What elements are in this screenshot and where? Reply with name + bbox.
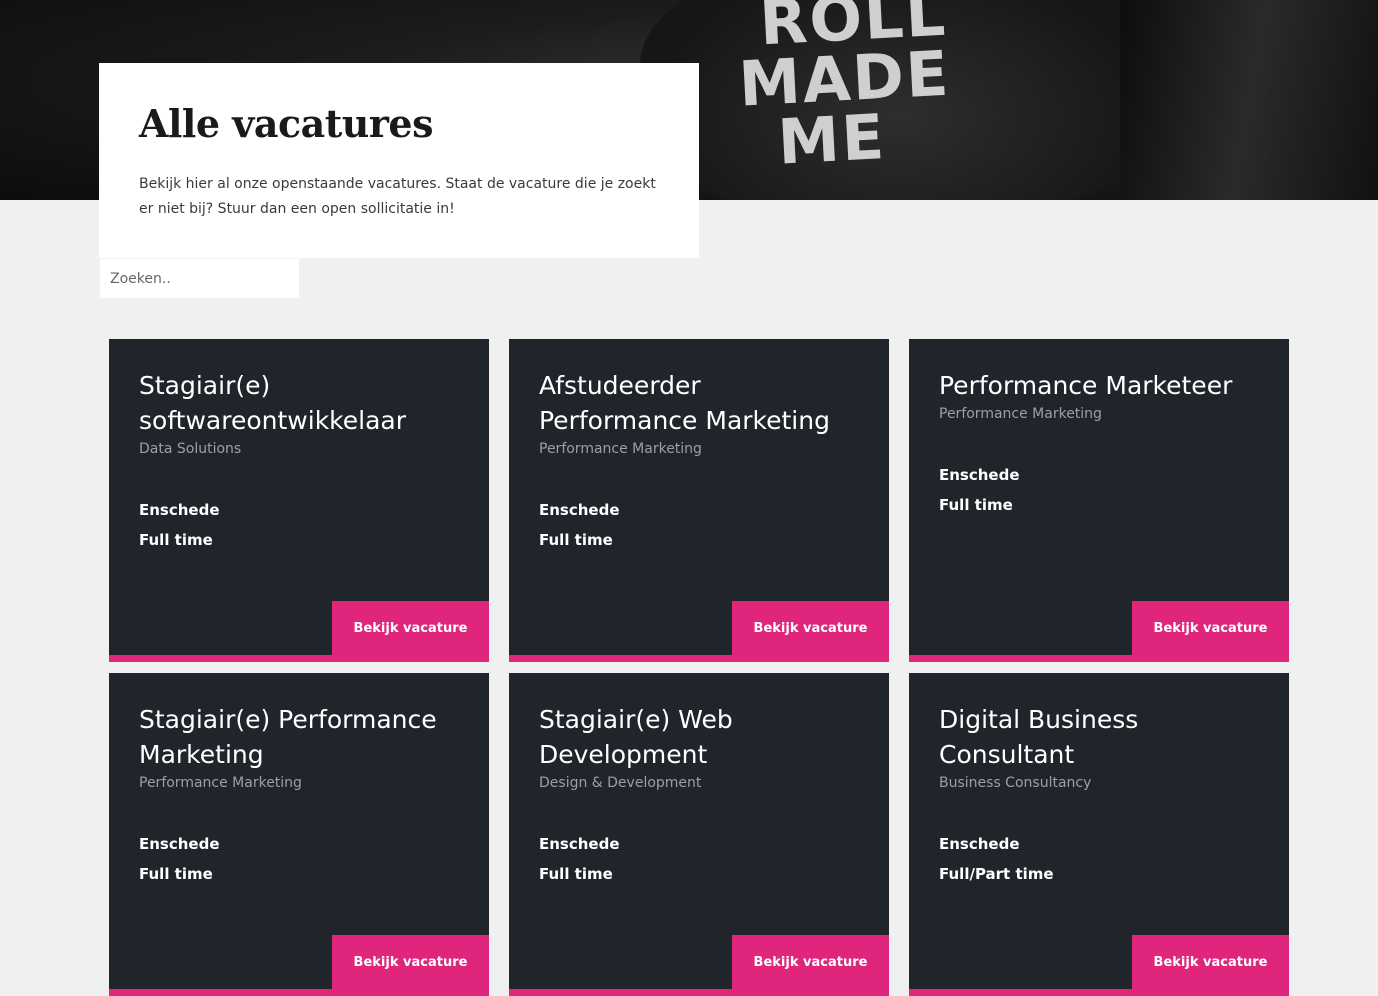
accent-bar — [909, 655, 1289, 662]
vacancy-location: Enschede — [139, 835, 220, 853]
vacancy-title: Stagiair(e) Performance Marketing — [139, 705, 437, 769]
vacancy-title: Afstudeerder Performance Marketing — [539, 371, 830, 435]
vacancy-grid: Stagiair(e) softwareontwikkelaar Data So… — [109, 339, 1289, 996]
vacancy-title: Performance Marketeer — [939, 371, 1233, 400]
vacancy-card: Afstudeerder Performance Marketing Perfo… — [509, 339, 889, 662]
accent-bar — [109, 989, 489, 996]
page-description: Bekijk hier al onze openstaande vacature… — [139, 176, 656, 217]
vacancy-location: Enschede — [539, 835, 620, 853]
hero-shirt-print: ROLL MADE ME — [736, 0, 952, 179]
vacancy-type: Full time — [939, 496, 1013, 514]
vacancy-card: Stagiair(e) softwareontwikkelaar Data So… — [109, 339, 489, 662]
vacancy-card: Performance Marketeer Performance Market… — [909, 339, 1289, 662]
intro-card: Alle vacatures Bekijk hier al onze opens… — [99, 63, 699, 258]
vacancy-card: Stagiair(e) Performance Marketing Perfor… — [109, 673, 489, 996]
vacancy-location: Enschede — [939, 835, 1020, 853]
accent-bar — [909, 989, 1289, 996]
vacancy-location: Enschede — [539, 501, 620, 519]
vacancy-type: Full time — [139, 865, 213, 883]
view-vacancy-button[interactable]: Bekijk vacature — [1132, 935, 1289, 989]
vacancy-title: Digital Business Consultant — [939, 705, 1139, 769]
page-title: Alle vacatures — [139, 101, 434, 146]
vacancy-card: Stagiair(e) Web Development Design & Dev… — [509, 673, 889, 996]
vacancy-department: Performance Marketing — [539, 441, 702, 457]
vacancy-location: Enschede — [139, 501, 220, 519]
hero-shadow — [1120, 0, 1378, 200]
vacancy-type: Full time — [139, 531, 213, 549]
vacancy-type: Full time — [539, 865, 613, 883]
vacancy-department: Data Solutions — [139, 441, 242, 457]
vacancy-title: Stagiair(e) Web Development — [539, 705, 733, 769]
view-vacancy-button[interactable]: Bekijk vacature — [332, 601, 489, 655]
vacancy-department: Performance Marketing — [939, 406, 1102, 422]
accent-bar — [509, 989, 889, 996]
vacancy-type: Full/Part time — [939, 865, 1054, 883]
view-vacancy-button[interactable]: Bekijk vacature — [332, 935, 489, 989]
vacancy-card: Digital Business Consultant Business Con… — [909, 673, 1289, 996]
vacancy-type: Full time — [539, 531, 613, 549]
search-input[interactable] — [100, 259, 299, 298]
view-vacancy-button[interactable]: Bekijk vacature — [1132, 601, 1289, 655]
vacancy-department: Business Consultancy — [939, 775, 1092, 791]
vacancy-department: Design & Development — [539, 775, 702, 791]
view-vacancy-button[interactable]: Bekijk vacature — [732, 935, 889, 989]
view-vacancy-button[interactable]: Bekijk vacature — [732, 601, 889, 655]
accent-bar — [109, 655, 489, 662]
vacancy-department: Performance Marketing — [139, 775, 302, 791]
vacancy-location: Enschede — [939, 466, 1020, 484]
accent-bar — [509, 655, 889, 662]
vacancy-title: Stagiair(e) softwareontwikkelaar — [139, 371, 407, 435]
